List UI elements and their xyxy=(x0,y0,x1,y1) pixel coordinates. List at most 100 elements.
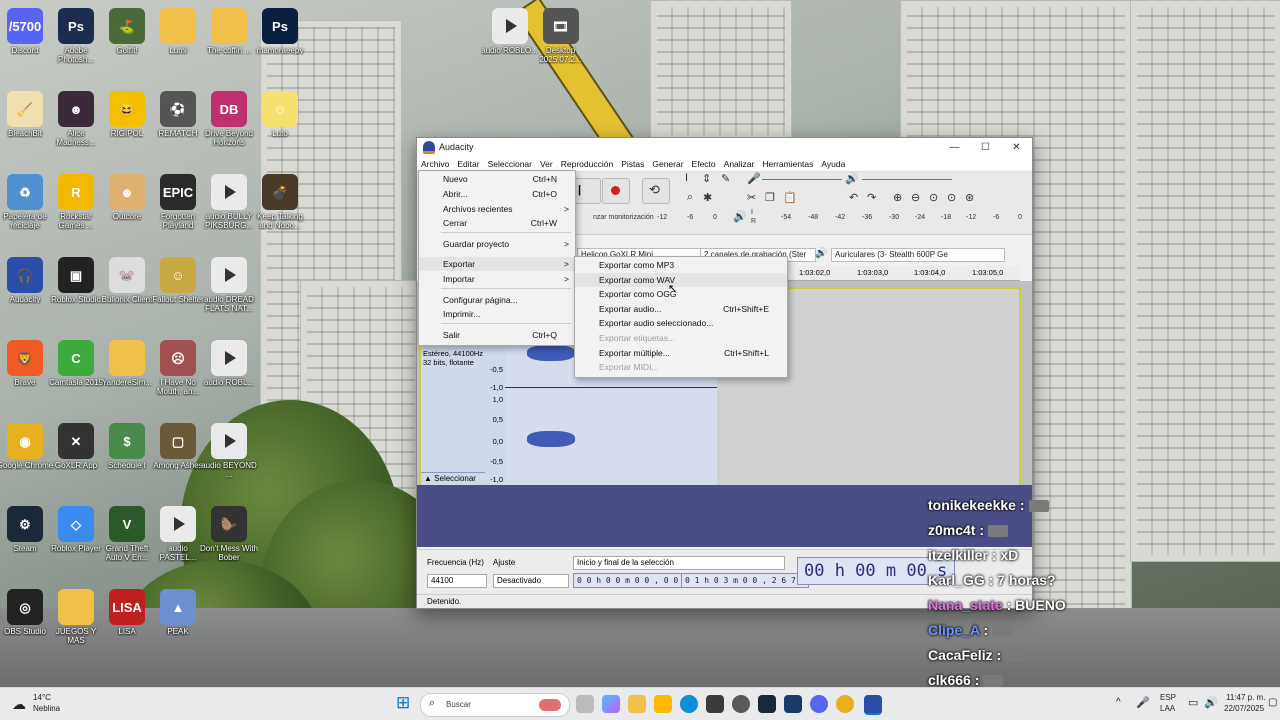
zoom-out-icon[interactable]: ⊖ xyxy=(911,191,920,204)
copilot-icon[interactable] xyxy=(602,695,620,713)
desktop-icon[interactable]: $ Schedule I xyxy=(98,423,156,470)
archivo-menu-item[interactable]: Archivos recientes > xyxy=(419,202,575,216)
desktop-icon[interactable]: YandereSim... xyxy=(98,340,156,387)
minimize-button[interactable]: — xyxy=(939,142,970,153)
monitor-label[interactable]: nzar monitorización xyxy=(593,214,654,221)
desktop-icon[interactable]: 🎞 Desktop 2025.07.2... xyxy=(532,8,590,64)
record-volume-slider[interactable] xyxy=(762,179,842,180)
microphone-tray-icon[interactable]: 🎤 xyxy=(1136,696,1150,709)
desktop-icon[interactable]: audio DREAD FLATS NAT... xyxy=(200,257,258,313)
volume-icon[interactable]: 🔊 xyxy=(1204,696,1218,709)
desktop-icon[interactable]: JUEGOS Y MAS xyxy=(47,589,105,645)
menu-ver[interactable]: Ver xyxy=(536,159,557,169)
desktop-icon[interactable]: EPIC Forgotten Playland xyxy=(149,174,207,230)
export-menu-item[interactable]: Exportar como MP3 xyxy=(575,258,787,272)
menu-ayuda[interactable]: Ayuda xyxy=(817,159,849,169)
edge-icon[interactable] xyxy=(680,695,698,713)
desktop-icon[interactable]: 😆 RIGIPOL xyxy=(98,91,156,138)
loop-button[interactable]: ⟲ xyxy=(642,178,670,204)
multi-tool-icon[interactable]: ✱ xyxy=(703,191,712,204)
output-device-select[interactable]: Auriculares (3- Stealth 600P Ge xyxy=(831,248,1005,262)
undo-icon[interactable]: ↶ xyxy=(849,191,858,204)
app-icon[interactable] xyxy=(784,695,802,713)
selection-end-time[interactable]: 0 1 h 0 3 m 0 0 , 2 6 7 s xyxy=(681,573,810,588)
task-view-icon[interactable] xyxy=(576,695,594,713)
obs-icon[interactable] xyxy=(732,695,750,713)
desktop-icon[interactable]: 🦁 Brave xyxy=(0,340,54,387)
fit-project-icon[interactable]: ⊙ xyxy=(947,191,956,204)
menu-generar[interactable]: Generar xyxy=(648,159,687,169)
file-explorer-icon[interactable] xyxy=(628,695,646,713)
windows-start-icon[interactable]: ⊞ xyxy=(396,693,410,713)
frequency-select[interactable]: 44100 xyxy=(427,574,487,588)
close-button[interactable]: ✕ xyxy=(1001,142,1032,153)
desktop-icon[interactable]: ☻ Outcore xyxy=(98,174,156,221)
menu-efecto[interactable]: Efecto xyxy=(688,159,720,169)
goxlr-icon[interactable] xyxy=(706,695,724,713)
skip-end-button[interactable]: | xyxy=(573,178,601,204)
maximize-button[interactable]: ☐ xyxy=(970,142,1001,153)
desktop-icon[interactable]: ▲ PEAK xyxy=(149,589,207,636)
menu-archivo[interactable]: Archivo xyxy=(417,159,453,169)
menu-analizar[interactable]: Analizar xyxy=(720,159,759,169)
copy-icon[interactable]: ❐ xyxy=(765,191,775,204)
zoom-in-icon[interactable]: ⊕ xyxy=(893,191,902,204)
desktop-icon[interactable]: ◎ OBS Studio xyxy=(0,589,54,636)
export-menu-item[interactable]: Exportar como WAV xyxy=(575,272,787,287)
steam-icon[interactable] xyxy=(758,695,776,713)
desktop-icon[interactable]: ♻ Papelera de reciclaje xyxy=(0,174,54,230)
menu-reproduccion[interactable]: Reproducción xyxy=(557,159,617,169)
desktop-icon[interactable]: 🎧 Audacity xyxy=(0,257,54,304)
desktop-icon[interactable]: Lumi xyxy=(149,8,207,55)
weather-icon[interactable]: ☁ xyxy=(12,696,26,713)
cut-icon[interactable]: ✂ xyxy=(747,191,756,204)
discord-icon[interactable] xyxy=(810,695,828,713)
zoom-tool-icon[interactable]: ⌕ xyxy=(687,191,693,204)
show-hidden-icons[interactable]: ^ xyxy=(1116,697,1121,708)
fit-selection-icon[interactable]: ⊙ xyxy=(929,191,938,204)
desktop-icon[interactable]: DB Drive Beyond Horizons xyxy=(200,91,258,147)
menu-editar[interactable]: Editar xyxy=(453,159,483,169)
export-menu-item[interactable]: Exportar audio... Ctrl+Shift+E xyxy=(575,302,787,316)
zoom-toggle-icon[interactable]: ⊛ xyxy=(965,191,974,204)
export-menu-item[interactable]: Exportar audio seleccionado... xyxy=(575,316,787,330)
desktop-icon[interactable]: ▣ Roblox Studio xyxy=(47,257,105,304)
selection-mode-select[interactable]: Inicio y final de la selección xyxy=(573,556,785,570)
desktop-icon[interactable]: audio PASTEL... xyxy=(149,506,207,562)
desktop-icon[interactable]: audio BULLY PIKSBURG... xyxy=(200,174,258,230)
archivo-menu-item[interactable]: Abrir... Ctrl+O xyxy=(419,187,575,201)
playback-volume-slider[interactable] xyxy=(862,179,952,180)
draw-tool-icon[interactable]: ✎ xyxy=(721,172,730,185)
desktop-icon[interactable]: R Rockstar Games ... xyxy=(47,174,105,230)
desktop-icon[interactable]: ⚽ REMATCH xyxy=(149,91,207,138)
snap-select[interactable]: Desactivado xyxy=(493,574,569,588)
envelope-tool-icon[interactable]: ⇕ xyxy=(702,172,711,185)
desktop-icon[interactable]: ⚙ Steam xyxy=(0,506,54,553)
keyboard-layout[interactable]: LAA xyxy=(1160,704,1175,713)
desktop-icon[interactable]: ☻ Alice Madness... xyxy=(47,91,105,147)
network-icon[interactable]: ▭ xyxy=(1188,696,1198,709)
desktop-icon[interactable]: Ps Adobe Photosh... xyxy=(47,8,105,64)
desktop-icon[interactable]: /5700 Discord xyxy=(0,8,54,55)
archivo-menu-item[interactable]: Imprimir... xyxy=(419,307,575,321)
language-indicator[interactable]: ESP xyxy=(1160,693,1176,702)
desktop-icon[interactable]: 🐭 Bullonix Client xyxy=(98,257,156,304)
paste-icon[interactable]: 📋 xyxy=(783,191,797,204)
desktop-icon[interactable]: V Grand Theft Auto V En... xyxy=(98,506,156,562)
desktop-icon[interactable]: 💣 Keep Talking and Nobo... xyxy=(251,174,309,230)
export-menu-item[interactable]: Exportar múltiple... Ctrl+Shift+L xyxy=(575,346,787,360)
archivo-menu-item[interactable]: Guardar proyecto > xyxy=(419,237,575,251)
desktop-icon[interactable]: LISA LISA xyxy=(98,589,156,636)
selection-tool-icon[interactable]: I xyxy=(685,172,688,184)
desktop-icon[interactable]: 🦫 Don't Mess With Bober xyxy=(200,506,258,562)
archivo-menu-item[interactable]: Exportar > xyxy=(419,257,575,271)
audacity-taskbar-icon[interactable] xyxy=(864,695,882,715)
clock-time[interactable]: 11:47 p. m. xyxy=(1226,693,1265,702)
desktop-icon[interactable]: ▢ Among Ashes xyxy=(149,423,207,470)
archivo-menu-item[interactable]: Importar > xyxy=(419,272,575,286)
chrome-icon[interactable] xyxy=(836,695,854,713)
desktop-icon[interactable]: The coffin ... xyxy=(200,8,258,55)
desktop-icon[interactable]: ☹ I Have No Mouth, an... xyxy=(149,340,207,396)
desktop-icon[interactable]: audio ROBLO... xyxy=(481,8,539,55)
redo-icon[interactable]: ↷ xyxy=(867,191,876,204)
